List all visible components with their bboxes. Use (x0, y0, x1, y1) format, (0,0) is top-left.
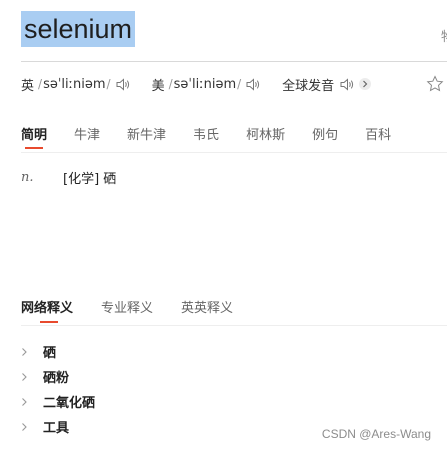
dictionary-page: selenium 物 英 / səˈliːniəm / 美 / səˈliːni… (0, 0, 447, 452)
list-item-label: 二氧化硒 (43, 396, 96, 411)
list-item[interactable]: 二氧化硒 (21, 389, 95, 414)
pron-uk-region: 英 (21, 78, 35, 94)
tab-encyclopedia[interactable]: 百科 (365, 124, 391, 144)
chevron-right-icon[interactable] (359, 78, 372, 90)
tab-oxford[interactable]: 牛津 (74, 124, 100, 144)
tab-webster[interactable]: 韦氏 (193, 124, 219, 144)
list-item[interactable]: 工具 (21, 414, 95, 439)
pron-us-region: 美 (151, 78, 165, 94)
headword: selenium (24, 14, 133, 44)
tab-professional-meaning[interactable]: 专业释义 (101, 297, 153, 317)
header-divider (21, 61, 447, 62)
corner-character: 物 (441, 26, 447, 45)
pronunciation-row: 英 / səˈliːniəm / 美 / səˈliːniəm / 全球发音 (21, 73, 372, 95)
tab-examples[interactable]: 例句 (312, 124, 338, 144)
network-divider (21, 325, 447, 326)
pron-global-label: 全球发音 (282, 78, 335, 94)
pron-uk: 英 / səˈliːniəm / (21, 75, 130, 94)
chevron-right-icon (21, 347, 43, 357)
dictionary-tabs: 简明 牛津 新牛津 韦氏 柯林斯 例句 百科 (21, 124, 418, 149)
pron-uk-ipa: səˈliːniəm (43, 76, 106, 92)
list-item[interactable]: 硒粉 (21, 364, 95, 389)
tabs-divider (21, 152, 447, 153)
list-item-label: 硒粉 (43, 371, 70, 386)
list-item[interactable]: 硒 (21, 339, 95, 364)
speaker-icon[interactable] (246, 77, 260, 91)
tab-collins[interactable]: 柯林斯 (246, 124, 285, 144)
list-item-label: 工具 (43, 421, 70, 436)
pron-us: 美 / səˈliːniəm / (152, 75, 261, 94)
definition-text: [化学] 硒 (63, 172, 117, 187)
definition-row: n. [化学] 硒 (21, 168, 116, 187)
chevron-right-icon (21, 422, 43, 432)
pron-global: 全球发音 (282, 75, 372, 94)
pron-us-ipa: səˈliːniəm (173, 76, 237, 92)
watermark: CSDN @Ares-Wang (321, 427, 431, 441)
word-selection[interactable]: selenium (21, 11, 136, 47)
tab-new-oxford[interactable]: 新牛津 (127, 124, 166, 144)
tab-network-meaning[interactable]: 网络释义 (21, 297, 73, 323)
list-item-label: 硒 (43, 346, 57, 361)
chevron-right-icon (21, 372, 43, 382)
network-meaning-list: 硒 硒粉 二氧化硒 工具 (21, 339, 95, 439)
part-of-speech: n. (21, 170, 34, 185)
tab-english-meaning[interactable]: 英英释义 (181, 297, 233, 317)
speaker-icon[interactable] (340, 77, 354, 91)
tab-concise[interactable]: 简明 (21, 124, 47, 149)
chevron-right-icon (21, 397, 43, 407)
network-tabs: 网络释义 专业释义 英英释义 (21, 297, 261, 323)
speaker-icon[interactable] (116, 77, 130, 91)
star-icon[interactable] (426, 75, 444, 97)
